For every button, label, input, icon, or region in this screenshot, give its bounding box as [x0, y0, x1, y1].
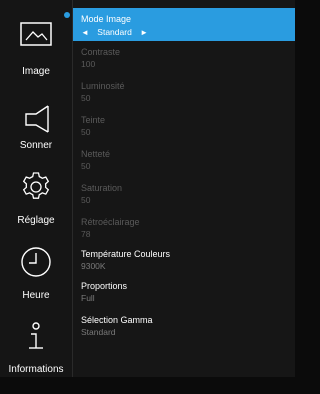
clock-icon — [21, 247, 51, 277]
setting-value: 50 — [81, 195, 91, 205]
setting-title: Sélection Gamma — [81, 315, 153, 325]
setting-hue: Teinte 50 — [73, 112, 295, 142]
sidebar-item-label: Sonner — [19, 140, 53, 151]
setting-contrast: Contraste 100 — [73, 44, 295, 74]
sidebar-item-reglage[interactable]: Réglage — [0, 168, 72, 244]
setting-title: Proportions — [81, 281, 128, 291]
gear-icon — [22, 172, 50, 199]
setting-sharpness: Netteté 50 — [73, 146, 295, 176]
active-indicator-dot — [64, 12, 70, 18]
left-arrow-icon[interactable]: ◄ — [81, 28, 89, 37]
setting-color-temperature[interactable]: Température Couleurs 9300K — [73, 246, 295, 276]
sidebar-item-label: Réglage — [17, 215, 55, 226]
sidebar-item-heure[interactable]: Heure — [0, 244, 72, 320]
osd-menu: Image Sonner Réglage Heure Informations … — [0, 0, 295, 377]
setting-title: Température Couleurs — [81, 249, 171, 259]
setting-value: ◄ Standard ► — [81, 27, 148, 37]
sidebar-item-informations[interactable]: Informations — [0, 318, 72, 394]
sidebar-item-sonner[interactable]: Sonner — [0, 95, 72, 171]
setting-brightness: Luminosité 50 — [73, 78, 295, 108]
setting-value: 78 — [81, 229, 91, 239]
setting-title: Contraste — [81, 47, 121, 57]
setting-aspect-ratio[interactable]: Proportions Full — [73, 278, 295, 308]
sidebar-item-label: Informations — [8, 364, 64, 375]
sidebar-item-label: Image — [22, 66, 50, 77]
speaker-icon — [25, 105, 49, 133]
setting-value: Full — [81, 293, 95, 303]
setting-saturation: Saturation 50 — [73, 180, 295, 210]
setting-value: 9300K — [81, 261, 106, 271]
sidebar: Image Sonner Réglage Heure Informations — [0, 0, 72, 377]
info-icon — [29, 322, 43, 349]
setting-backlight: Rétroéclairage 78 — [73, 214, 295, 244]
setting-title: Mode Image — [81, 14, 132, 24]
setting-value: 50 — [81, 127, 91, 137]
setting-title: Luminosité — [81, 81, 125, 91]
setting-value: 50 — [81, 93, 91, 103]
setting-value: 100 — [81, 59, 96, 69]
right-arrow-icon[interactable]: ► — [140, 28, 148, 37]
sidebar-item-image[interactable]: Image — [0, 0, 72, 77]
setting-value: Standard — [81, 327, 116, 337]
settings-panel: Mode Image ◄ Standard ► Contraste 100 Lu… — [73, 0, 295, 377]
setting-title: Netteté — [81, 149, 111, 159]
setting-title: Teinte — [81, 115, 106, 125]
setting-picture-mode[interactable]: Mode Image ◄ Standard ► — [73, 8, 295, 41]
setting-title: Saturation — [81, 183, 123, 193]
image-icon — [20, 22, 52, 46]
setting-title: Rétroéclairage — [81, 217, 140, 227]
picture-mode-value: Standard — [97, 27, 132, 37]
setting-value: 50 — [81, 161, 91, 171]
sidebar-item-label: Heure — [22, 290, 50, 301]
setting-gamma[interactable]: Sélection Gamma Standard — [73, 312, 295, 342]
